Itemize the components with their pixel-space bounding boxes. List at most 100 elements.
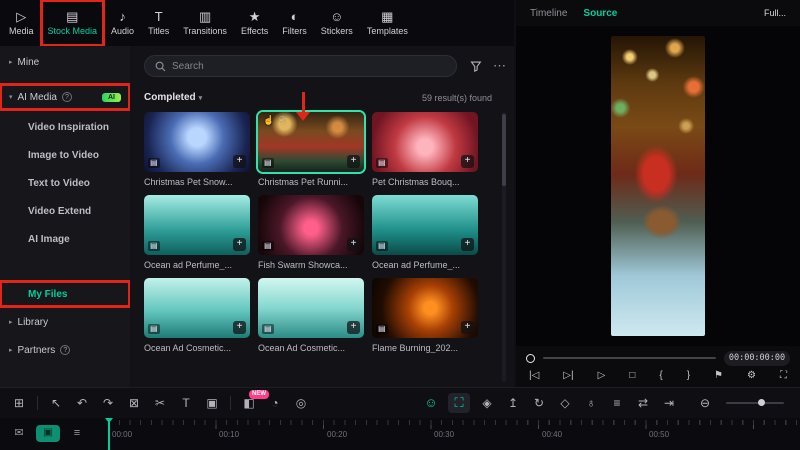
more-options-icon[interactable]: ⋯: [493, 59, 506, 72]
tab-titles[interactable]: T Titles: [141, 0, 176, 46]
thumbnail[interactable]: ☝ ☟ ▤ +: [258, 112, 364, 172]
thumbs-down-icon[interactable]: ☟: [279, 115, 284, 126]
seek-track[interactable]: [543, 357, 716, 359]
sidebar-item-my-files[interactable]: My Files: [0, 280, 131, 308]
thumbnail[interactable]: ▤ +: [258, 278, 364, 338]
speed-icon[interactable]: ◔: [262, 394, 288, 412]
playhead[interactable]: [105, 418, 113, 450]
grid-item[interactable]: ▤ + Ocean Ad Cosmetic...: [144, 278, 250, 353]
record-voiceover-icon[interactable]: ◎: [288, 394, 314, 412]
track-manager-icon[interactable]: ≡: [68, 425, 86, 441]
sidebar-item-partners[interactable]: ▸ Partners ?: [0, 337, 130, 363]
thumbnail[interactable]: ▤ +: [144, 195, 250, 255]
marker-flag-icon[interactable]: ⚑: [714, 369, 723, 383]
split-scissors-icon[interactable]: ✂: [147, 394, 173, 412]
ai-copilot-icon[interactable]: ▣: [36, 425, 60, 442]
tab-stock-media[interactable]: ▤ Stock Media: [39, 0, 106, 47]
scrollbar-thumb[interactable]: [502, 114, 506, 186]
grid-item[interactable]: ▤ + Ocean Ad Cosmetic...: [258, 278, 364, 353]
settings-gear-icon[interactable]: ⚙: [747, 369, 756, 383]
fullscreen-icon[interactable]: ⛶: [780, 369, 787, 383]
sidebar-item-text-to-video[interactable]: Text to Video: [0, 170, 130, 196]
add-to-timeline-button[interactable]: +: [461, 155, 474, 168]
zoom-out-icon[interactable]: ⊖: [692, 394, 718, 412]
thumbnail[interactable]: ▤ +: [372, 112, 478, 172]
add-to-timeline-button[interactable]: +: [233, 321, 246, 334]
add-to-timeline-button[interactable]: +: [461, 238, 474, 251]
thumbnail[interactable]: ▤ +: [372, 195, 478, 255]
previous-frame-icon[interactable]: |◁: [529, 369, 539, 383]
mark-in-icon[interactable]: {: [659, 369, 662, 383]
delete-icon[interactable]: ⊠: [121, 394, 147, 412]
tab-audio[interactable]: ♪ Audio: [104, 0, 141, 46]
tab-media[interactable]: ▷ Media: [2, 0, 41, 46]
text-tool-icon[interactable]: T: [173, 394, 199, 412]
grid-item[interactable]: ▤ + Christmas Pet Snow...: [144, 112, 250, 187]
preview-video[interactable]: [611, 36, 705, 336]
seek-handle[interactable]: [526, 353, 535, 363]
grid-item-selected[interactable]: ☝ ☟ ▤ + Christmas Pet Runni...: [258, 112, 364, 187]
sidebar-item-mine[interactable]: ▸ Mine: [0, 49, 130, 75]
thumbnail[interactable]: ▤ +: [144, 278, 250, 338]
search-input[interactable]: [172, 60, 447, 72]
grid-item[interactable]: ▤ + Fish Swarm Showca...: [258, 195, 364, 270]
grid-item[interactable]: ▤ + Ocean ad Perfume_...: [372, 195, 478, 270]
add-to-timeline-button[interactable]: +: [233, 155, 246, 168]
thumbnail[interactable]: ▤ +: [258, 195, 364, 255]
stop-icon[interactable]: □: [629, 369, 635, 383]
grid-scrollbar[interactable]: [502, 112, 506, 382]
shield-icon[interactable]: ◇: [552, 394, 578, 412]
thumbs-up-icon[interactable]: ☝: [263, 115, 274, 126]
help-icon[interactable]: ?: [61, 92, 72, 102]
sidebar-item-image-to-video[interactable]: Image to Video: [0, 142, 130, 168]
add-to-timeline-button[interactable]: +: [347, 238, 360, 251]
help-icon[interactable]: ?: [60, 345, 71, 355]
tab-filters[interactable]: ◐ Filters: [275, 0, 314, 46]
snap-icon[interactable]: ⇥: [656, 394, 682, 412]
sidebar-item-video-inspiration[interactable]: Video Inspiration: [0, 114, 130, 140]
sidebar-item-ai-image[interactable]: AI Image: [0, 226, 130, 252]
zoom-slider[interactable]: [726, 399, 784, 406]
next-frame-icon[interactable]: ▷|: [563, 369, 573, 383]
grid-item[interactable]: ▤ + Flame Burning_202...: [372, 278, 478, 353]
transition-swap-icon[interactable]: ⇄: [630, 394, 656, 412]
tab-effects[interactable]: ★ Effects: [234, 0, 275, 46]
audio-mixer-icon[interactable]: ≡: [604, 394, 630, 412]
thumbnail[interactable]: ▤ +: [372, 278, 478, 338]
search-box[interactable]: [144, 55, 458, 77]
timeline-ruler[interactable]: 00:00 00:10 00:20 00:30 00:40 00:50: [100, 418, 800, 450]
add-to-timeline-button[interactable]: +: [347, 321, 360, 334]
redo-icon[interactable]: ↷: [95, 394, 121, 412]
tab-stickers[interactable]: ☺ Stickers: [314, 0, 360, 46]
tab-transitions[interactable]: ▥ Transitions: [176, 0, 234, 46]
zoom-slider-handle[interactable]: [757, 399, 765, 406]
grid-item[interactable]: ▤ + Ocean ad Perfume_...: [144, 195, 250, 270]
effects-library-icon[interactable]: ◈: [474, 394, 500, 412]
select-tool-icon[interactable]: ↖: [43, 394, 69, 412]
play-icon[interactable]: ▷: [598, 369, 606, 383]
comment-icon[interactable]: ✉: [10, 425, 28, 441]
microphone-icon[interactable]: ♁: [578, 394, 604, 412]
undo-icon[interactable]: ↶: [69, 394, 95, 412]
add-to-timeline-button[interactable]: +: [461, 321, 474, 334]
crop-icon[interactable]: ▣: [199, 394, 225, 412]
auto-reframe-icon[interactable]: ⛶: [448, 393, 470, 413]
tab-source-preview[interactable]: Source: [583, 8, 617, 19]
sidebar-item-library[interactable]: ▸ Library: [0, 309, 130, 335]
export-clip-icon[interactable]: ↥: [500, 394, 526, 412]
apps-grid-icon[interactable]: ⊞: [6, 394, 32, 412]
add-to-timeline-button[interactable]: +: [347, 155, 360, 168]
grid-item[interactable]: ▤ + Pet Christmas Bouq...: [372, 112, 478, 187]
mask-icon[interactable]: ◧ NEW: [236, 390, 269, 412]
tab-templates[interactable]: ▦ Templates: [360, 0, 415, 46]
mark-out-icon[interactable]: }: [687, 369, 690, 383]
ai-portrait-icon[interactable]: ☺: [418, 394, 444, 412]
full-screen-label[interactable]: Full...: [764, 8, 786, 18]
filter-funnel-icon[interactable]: [470, 60, 482, 72]
render-preview-icon[interactable]: ↻: [526, 394, 552, 412]
status-filter-dropdown[interactable]: Completed ▾: [144, 92, 202, 103]
thumbnail[interactable]: ▤ +: [144, 112, 250, 172]
sidebar-item-ai-media[interactable]: ▾ AI Media ? AI: [0, 83, 131, 111]
sidebar-item-video-extend[interactable]: Video Extend: [0, 198, 130, 224]
tab-timeline-preview[interactable]: Timeline: [530, 8, 567, 19]
